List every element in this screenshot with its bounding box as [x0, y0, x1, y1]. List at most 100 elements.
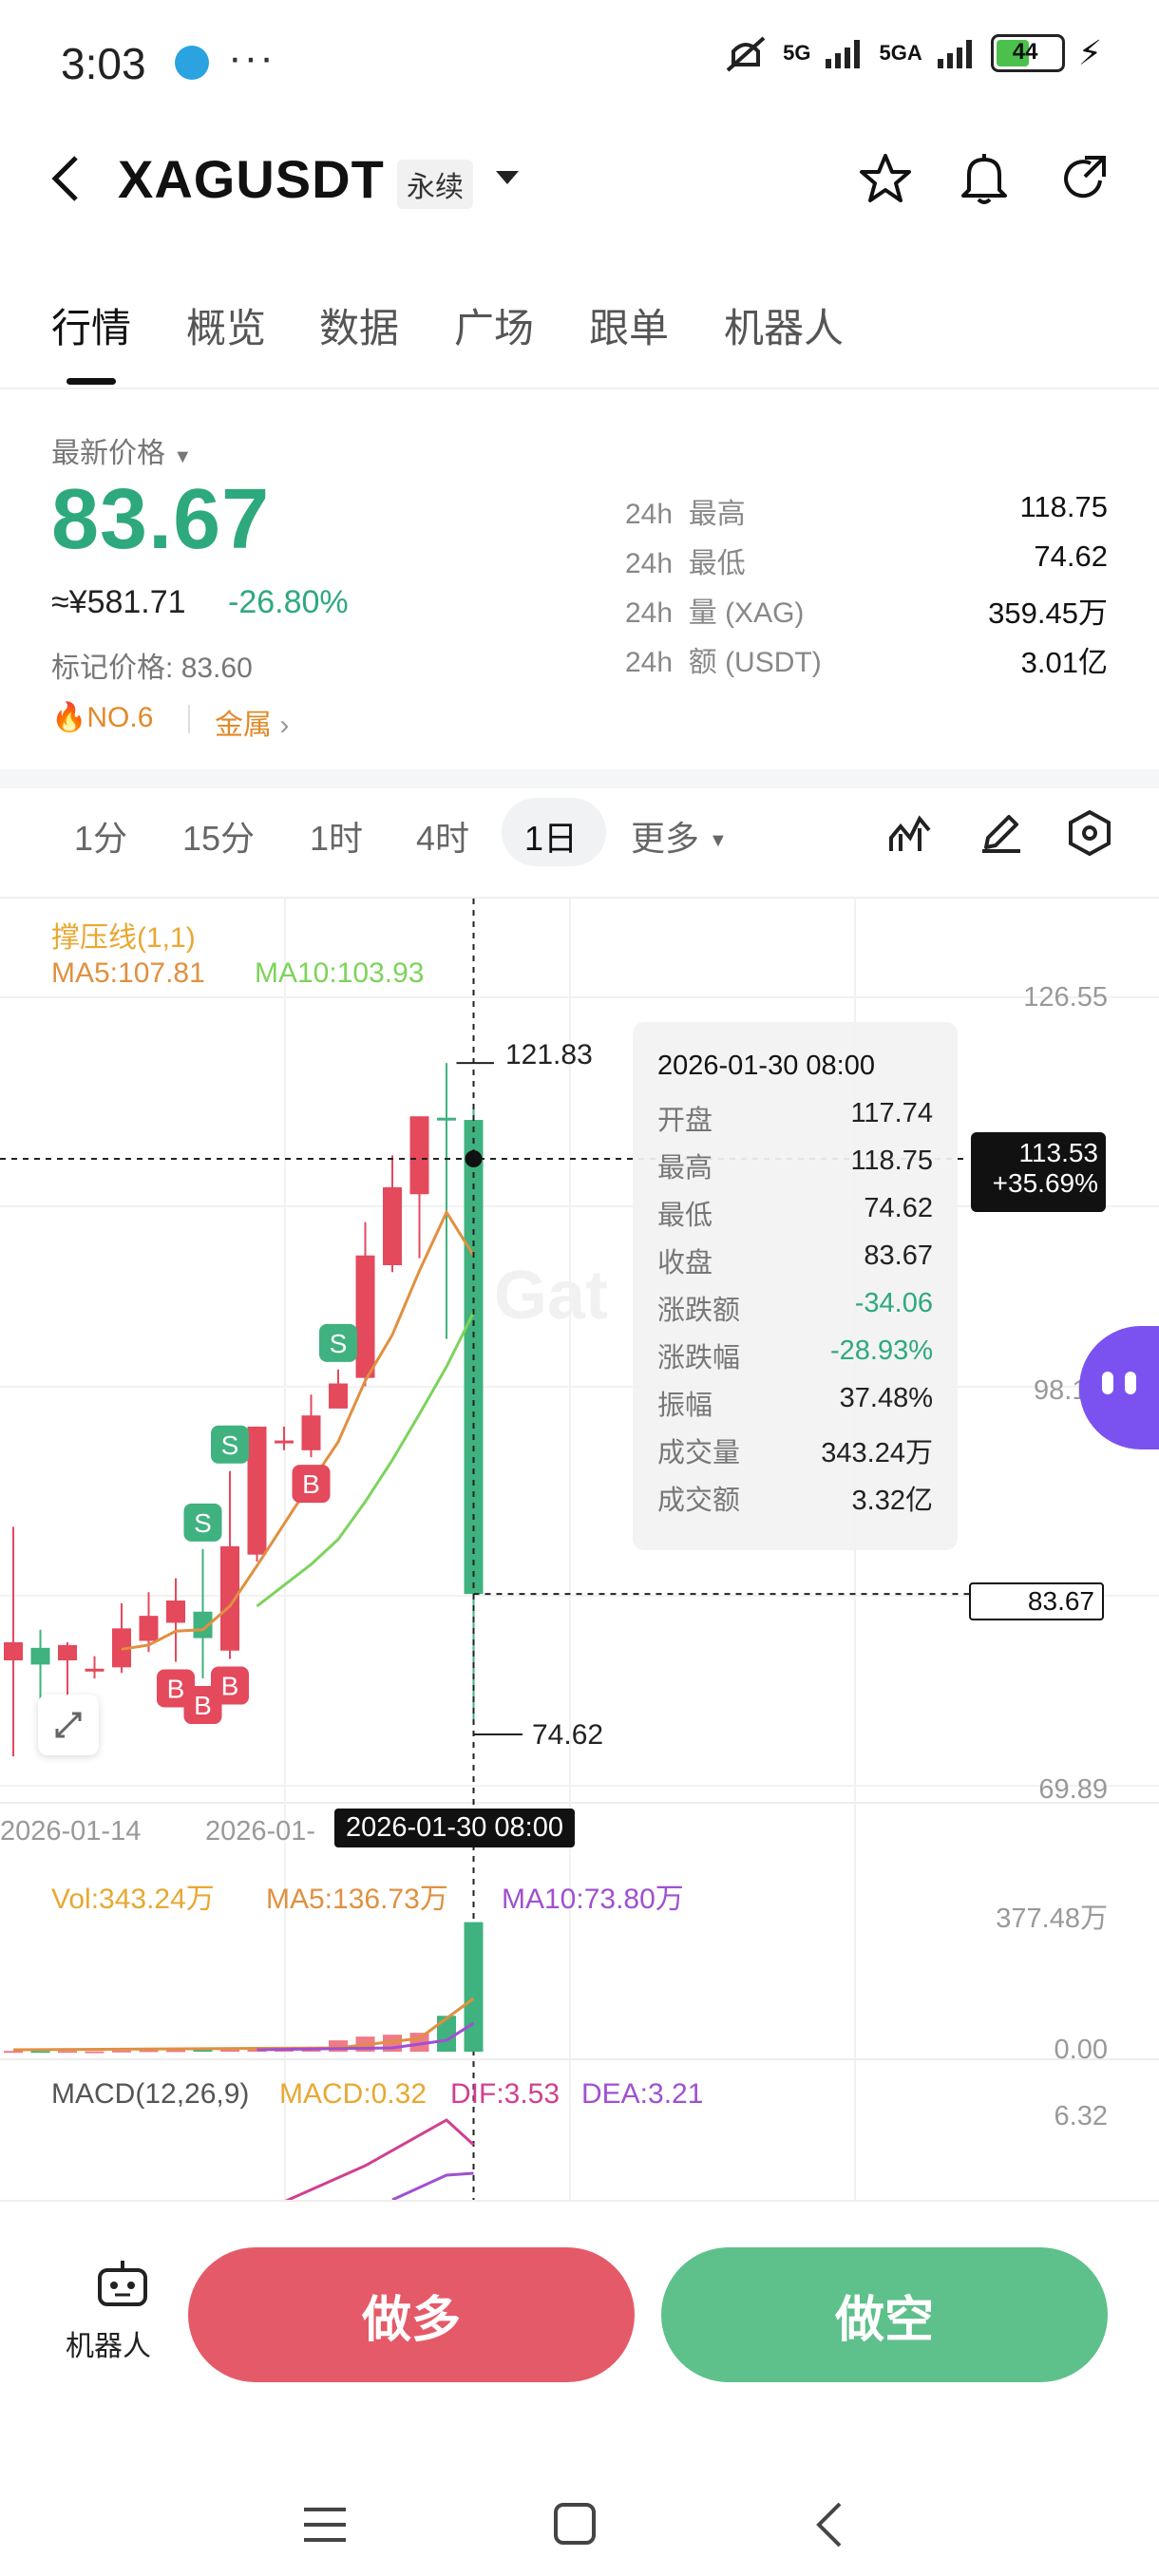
telegram-icon: [175, 46, 209, 80]
last-price-tag: 83.67: [969, 1582, 1104, 1620]
last-price-label[interactable]: 最新价格 ▼: [51, 429, 192, 471]
indicator-icon[interactable]: [887, 809, 933, 855]
divider: [0, 388, 1159, 389]
macd-axis-top: 6.32: [1054, 2101, 1108, 2131]
assistant-eye-icon: [1125, 1372, 1136, 1394]
price-cny: ≈¥581.71: [51, 584, 186, 620]
rank-badge[interactable]: 🔥NO.6: [51, 701, 153, 734]
crosshair-dot: [465, 1150, 483, 1167]
tooltip-row-value: -34.06: [854, 1288, 933, 1318]
robot-button[interactable]: 机器人: [51, 2257, 165, 2380]
volume-bar: [58, 2051, 77, 2054]
crosshair-pct: +35.69%: [992, 1168, 1098, 1198]
tooltip-row-label: 最高: [657, 1153, 713, 1184]
last-price-label-text: 最新价格: [51, 438, 165, 469]
signal1-icon: [826, 40, 861, 68]
sell-signal-text: S: [194, 1508, 212, 1538]
rank-text: NO.6: [86, 702, 154, 733]
tab-data[interactable]: 数据: [319, 296, 399, 354]
ma5-label: MA5:107.81: [51, 957, 205, 989]
interval-15m[interactable]: 15分: [182, 811, 255, 861]
mark-price-label: 标记价格:: [51, 653, 174, 684]
menu-icon[interactable]: [302, 2504, 348, 2546]
interval-4h[interactable]: 4时: [416, 811, 469, 861]
expand-icon: [55, 1712, 82, 1738]
assistant-eye-icon: [1102, 1372, 1113, 1394]
candle-body: [139, 1616, 159, 1641]
expand-chart-button[interactable]: [38, 1695, 99, 1755]
home-icon[interactable]: [553, 2502, 597, 2546]
short-button[interactable]: 做空: [661, 2247, 1108, 2382]
draw-pen-icon[interactable]: [978, 809, 1024, 855]
category-text: 金属: [215, 710, 272, 741]
share-icon[interactable]: [1058, 152, 1112, 205]
volume-bar: [85, 2051, 104, 2054]
stat-volume-label: 24h 量 (XAG): [625, 597, 805, 629]
tooltip-row-label: 最低: [657, 1201, 713, 1231]
back-nav-icon[interactable]: [809, 2500, 847, 2549]
buy-signal-text: B: [194, 1691, 212, 1720]
kline-svg: GatBBBSSBS: [0, 899, 1159, 2204]
tab-overview[interactable]: 概览: [186, 296, 266, 354]
tooltip-row-label: 涨跌额: [657, 1296, 741, 1326]
signal1-label: 5G: [783, 41, 811, 65]
interval-more[interactable]: 更多 ▼: [631, 811, 728, 861]
crosshair-price: 113.53: [1018, 1138, 1098, 1167]
chevron-down-icon: ▼: [173, 446, 193, 467]
status-icons: 5G 5GA 44 ⚡: [722, 32, 1102, 74]
vol-ma5-line: [12, 1997, 475, 2052]
long-button[interactable]: 做多: [188, 2247, 635, 2382]
battery-level: 44: [1012, 39, 1038, 65]
charging-icon: ⚡: [1077, 33, 1102, 72]
interval-1h[interactable]: 1时: [310, 811, 363, 861]
contract-type-badge[interactable]: 永续: [397, 160, 473, 209]
x-axis-date-2: 2026-01-: [205, 1816, 316, 1847]
y-axis-top: 126.55: [1023, 982, 1108, 1013]
chevron-right-icon: ›: [279, 710, 290, 741]
back-icon[interactable]: [48, 152, 86, 205]
symbol-dropdown-icon[interactable]: [496, 171, 519, 184]
interval-more-label: 更多: [631, 819, 700, 858]
dea-line: [391, 2171, 474, 2202]
candle-body: [166, 1601, 185, 1623]
tooltip-row-value: 37.48%: [839, 1383, 933, 1413]
volume-bar: [139, 2050, 159, 2053]
bell-icon[interactable]: [958, 150, 1011, 207]
category-link[interactable]: 金属 ›: [215, 701, 289, 743]
candle-body: [355, 1255, 375, 1378]
y-axis-bottom: 69.89: [1038, 1774, 1108, 1805]
candle-body: [30, 1647, 50, 1665]
low-price-label: 74.62: [532, 1719, 604, 1751]
tab-market[interactable]: 行情: [51, 296, 131, 354]
star-icon[interactable]: [859, 152, 912, 205]
kline-chart[interactable]: Gat B B B S S B S: [0, 899, 1159, 2204]
stat-low-label: 24h 最低: [625, 548, 746, 579]
tab-copy-trade[interactable]: 跟单: [589, 296, 669, 354]
interval-1m[interactable]: 1分: [74, 811, 127, 861]
x-axis-date-1: 2026-01-14: [0, 1816, 142, 1847]
tooltip-row-label: 成交量: [657, 1438, 741, 1468]
price-change-pct: -26.80%: [228, 584, 349, 620]
tooltip-row-value: 83.67: [864, 1241, 933, 1271]
mark-price: 标记价格: 83.60: [51, 644, 253, 686]
tooltip-row-label: 成交额: [657, 1486, 741, 1516]
tooltip-row-label: 振幅: [657, 1391, 713, 1421]
vol-label: Vol:343.24万: [51, 1884, 215, 1915]
crosshair-date-tag: 2026-01-30 08:00: [334, 1809, 575, 1847]
candle-body: [329, 1383, 348, 1409]
signal2-icon: [937, 40, 972, 68]
symbol-title[interactable]: XAGUSDT: [118, 148, 385, 210]
battery-icon: 44: [990, 34, 1065, 72]
candle-body: [301, 1415, 321, 1450]
tab-square[interactable]: 广场: [454, 296, 534, 354]
tooltip-row-label: 收盘: [657, 1248, 713, 1279]
vol-ma5-label: MA5:136.73万: [266, 1884, 448, 1915]
mark-price-value: 83.60: [180, 653, 253, 684]
stat-volume-value: 359.45万: [988, 597, 1108, 630]
tab-robot[interactable]: 机器人: [724, 296, 844, 354]
candle-body: [437, 1117, 456, 1121]
support-line-label: 撑压线(1,1): [51, 922, 196, 954]
vol-axis-top: 377.48万: [996, 1904, 1108, 1934]
settings-hex-icon[interactable]: [1066, 809, 1113, 857]
interval-1d[interactable]: 1日: [524, 811, 578, 861]
